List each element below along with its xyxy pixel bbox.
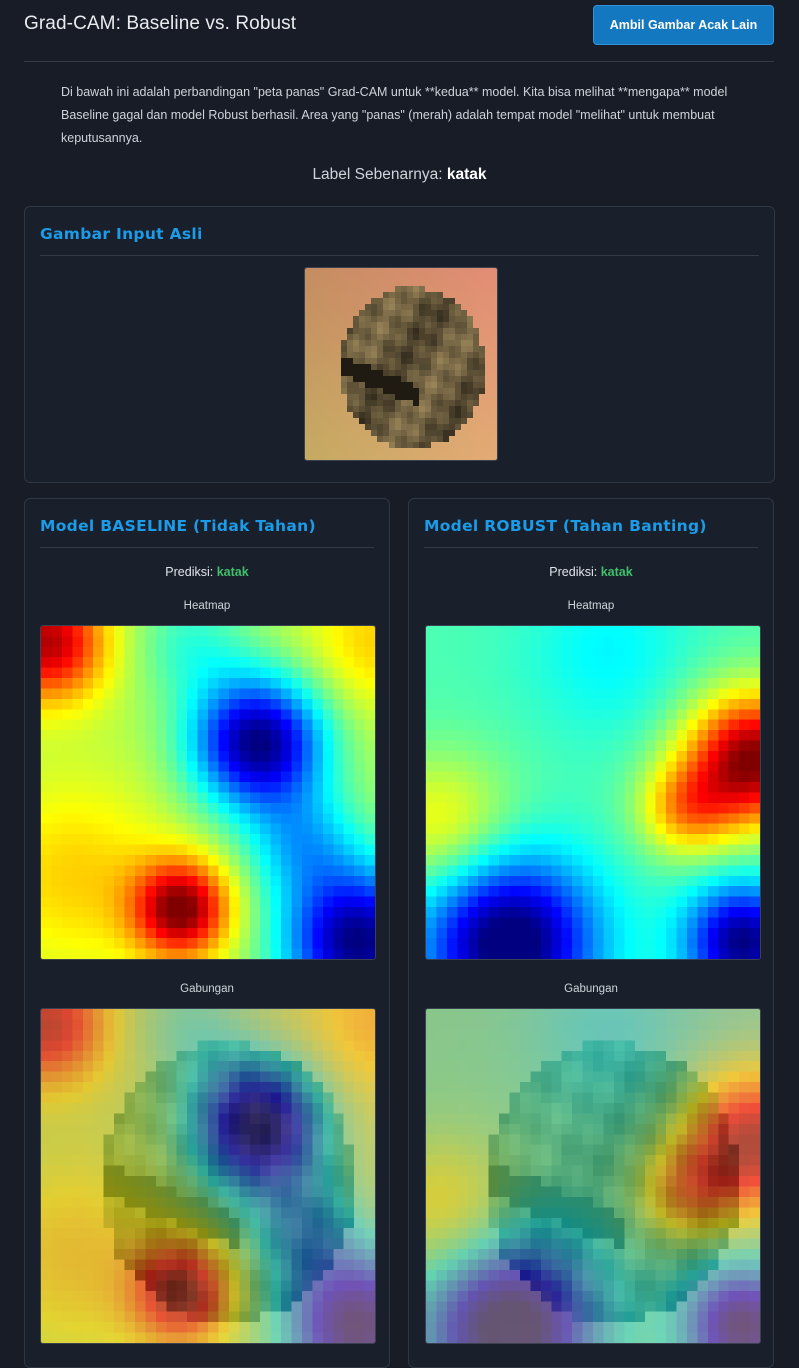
robust-overlay-caption: Gabungan — [564, 983, 618, 995]
baseline-prediction: Prediksi: katak — [25, 565, 389, 579]
robust-heatmap-caption: Heatmap — [567, 600, 615, 612]
robust-heatmap — [425, 625, 761, 960]
robust-prediction-label: Prediksi: — [549, 565, 598, 579]
robust-card-title: Model ROBUST (Tahan Banting) — [424, 517, 707, 535]
input-image — [304, 267, 498, 461]
true-label-prefix: Label Sebenarnya: — [312, 166, 443, 183]
page-title: Grad-CAM: Baseline vs. Robust — [24, 13, 297, 34]
robust-card-divider — [424, 547, 758, 548]
baseline-model-card: Model BASELINE (Tidak Tahan) Prediksi: k… — [24, 498, 390, 1368]
baseline-overlay — [40, 1008, 376, 1344]
random-image-button[interactable]: Ambil Gambar Acak Lain — [593, 5, 774, 45]
baseline-overlay-caption: Gabungan — [180, 983, 234, 995]
baseline-card-divider — [40, 547, 374, 548]
input-image-card: Gambar Input Asli — [24, 206, 775, 483]
intro-text: Di bawah ini adalah perbandingan "peta p… — [61, 85, 728, 145]
input-card-divider — [40, 255, 759, 256]
robust-prediction: Prediksi: katak — [409, 565, 773, 579]
baseline-prediction-value: katak — [216, 565, 249, 579]
input-card-title: Gambar Input Asli — [40, 225, 203, 243]
header-divider — [24, 61, 774, 62]
baseline-heatmap — [40, 625, 376, 960]
robust-model-card: Model ROBUST (Tahan Banting) Prediksi: k… — [408, 498, 774, 1368]
baseline-prediction-label: Prediksi: — [165, 565, 214, 579]
true-label-value: katak — [446, 166, 487, 183]
baseline-card-title: Model BASELINE (Tidak Tahan) — [40, 517, 316, 535]
true-label: Label Sebenarnya: katak — [0, 166, 799, 184]
baseline-heatmap-caption: Heatmap — [183, 600, 231, 612]
robust-prediction-value: katak — [600, 565, 633, 579]
header: Grad-CAM: Baseline vs. Robust Ambil Gamb… — [0, 0, 799, 52]
robust-overlay — [425, 1008, 761, 1344]
